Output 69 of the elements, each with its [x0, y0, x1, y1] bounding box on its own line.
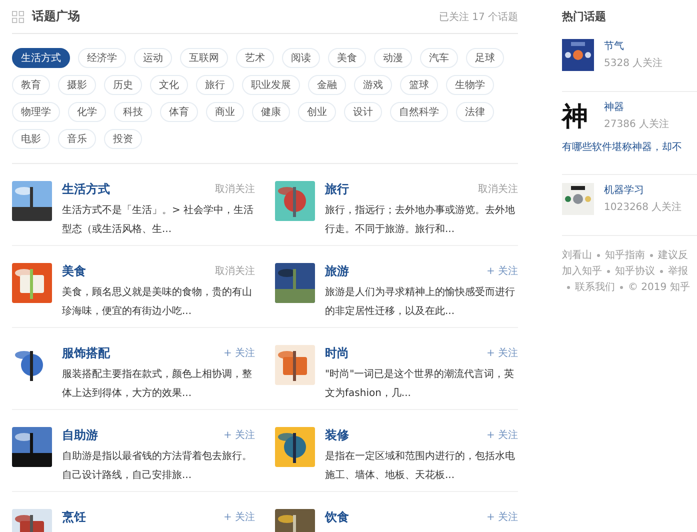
topic-description: 旅游是人们为寻求精神上的愉快感受而进行的非定居性迁移，以及在此... — [325, 286, 516, 319]
separator-dot — [660, 270, 663, 273]
topic-tag[interactable]: 运动 — [134, 48, 172, 68]
topic-title[interactable]: 自助游 — [62, 426, 98, 444]
topic-title[interactable]: 旅游 — [325, 262, 349, 280]
topic-tag[interactable]: 科技 — [114, 102, 152, 122]
topic-title[interactable]: 烹饪 — [62, 508, 86, 526]
topic-tag[interactable]: 经济学 — [78, 48, 126, 68]
topic-title[interactable]: 旅行 — [325, 180, 349, 198]
follower-count: 5328 人关注 — [604, 56, 663, 70]
section-title: 话题广场 — [32, 8, 80, 25]
separator-dot — [650, 254, 653, 257]
topic-tag[interactable]: 游戏 — [354, 75, 392, 95]
topic-tag[interactable]: 音乐 — [58, 129, 96, 149]
topic-description: 服装搭配主要指在款式，颜色上相协调，整体上达到得体，大方的效果... — [62, 368, 253, 401]
follower-count: 27386 人关注 — [604, 118, 669, 131]
topic-title[interactable]: 时尚 — [325, 344, 349, 362]
topic-link[interactable]: 神器 — [604, 100, 669, 114]
topic-tag[interactable]: 汽车 — [420, 48, 458, 68]
topic-description: 美食，顾名思义就是美味的食物，贵的有山珍海味，便宜的有街边小吃... — [62, 286, 253, 319]
topic-tag[interactable]: 金融 — [308, 75, 346, 95]
topic-tag[interactable]: 文化 — [150, 75, 188, 95]
topic-tag[interactable]: 商业 — [206, 102, 244, 122]
grid-icon — [12, 10, 24, 22]
topic-description: 生活方式不是「生活」。> 社会学中，生活型态（或生活风格、生... — [62, 204, 255, 237]
topic-description: "时尚"一词已是这个世界的潮流代言词，英文为fashion，几... — [325, 368, 516, 401]
separator-dot — [620, 286, 623, 289]
topic-tag[interactable]: 艺术 — [236, 48, 274, 68]
topic-tag[interactable]: 电影 — [12, 129, 50, 149]
topic-tag[interactable]: 美食 — [328, 48, 366, 68]
topic-tag[interactable]: 职业发展 — [242, 75, 300, 95]
topic-title[interactable]: 饮食 — [325, 508, 349, 526]
topic-tag[interactable]: 创业 — [298, 102, 336, 122]
topic-description: 旅行，指远行；去外地办事或游览。去外地行走。不同于旅游。旅行和... — [325, 204, 516, 237]
topic-avatar: 神 — [562, 101, 589, 134]
topic-tag[interactable]: 动漫 — [374, 48, 412, 68]
question-link[interactable]: 有哪些软件堪称神器，却不 — [562, 140, 697, 154]
topic-tag[interactable]: 摄影 — [58, 75, 96, 95]
topic-tag[interactable]: 物理学 — [12, 102, 60, 122]
separator-dot — [597, 254, 600, 257]
topic-tag[interactable]: 阅读 — [282, 48, 320, 68]
topic-tag[interactable]: 自然科学 — [390, 102, 448, 122]
topic-tag[interactable]: 法律 — [456, 102, 494, 122]
topic-title[interactable]: 生活方式 — [62, 180, 110, 198]
sidebar-title: 热门话题 — [562, 9, 607, 25]
topic-tag[interactable]: 足球 — [466, 48, 504, 68]
topic-tag[interactable]: 化学 — [68, 102, 106, 122]
topic-description: 是指在一定区域和范围内进行的，包括水电施工、墙体、地板、天花板... — [325, 450, 516, 483]
separator-dot — [607, 270, 610, 273]
separator-dot — [567, 286, 570, 289]
topic-title[interactable]: 服饰搭配 — [62, 344, 110, 362]
topic-title[interactable]: 美食 — [62, 262, 86, 280]
topic-tag[interactable]: 生物学 — [446, 75, 494, 95]
topic-link[interactable]: 机器学习 — [604, 183, 682, 197]
topic-tag[interactable]: 教育 — [12, 75, 50, 95]
followed-count: 已关注 17 个话题 — [438, 10, 518, 24]
topic-tag[interactable]: 生活方式 — [12, 48, 70, 68]
topic-tag[interactable]: 体育 — [160, 102, 198, 122]
topic-link[interactable]: 节气 — [604, 39, 663, 53]
topic-tag[interactable]: 互联网 — [180, 48, 228, 68]
topic-description: 自助游是指以最省钱的方法背着包去旅行。自己设计路线，自己安排旅... — [62, 450, 253, 483]
topic-title[interactable]: 装修 — [325, 426, 349, 444]
topic-tag[interactable]: 设计 — [344, 102, 382, 122]
topic-tag[interactable]: 旅行 — [196, 75, 234, 95]
topic-tag[interactable]: 投资 — [104, 129, 142, 149]
topic-tag[interactable]: 历史 — [104, 75, 142, 95]
topic-tag[interactable]: 健康 — [252, 102, 290, 122]
follower-count: 1023268 人关注 — [604, 200, 682, 214]
topic-tag[interactable]: 篮球 — [400, 75, 438, 95]
